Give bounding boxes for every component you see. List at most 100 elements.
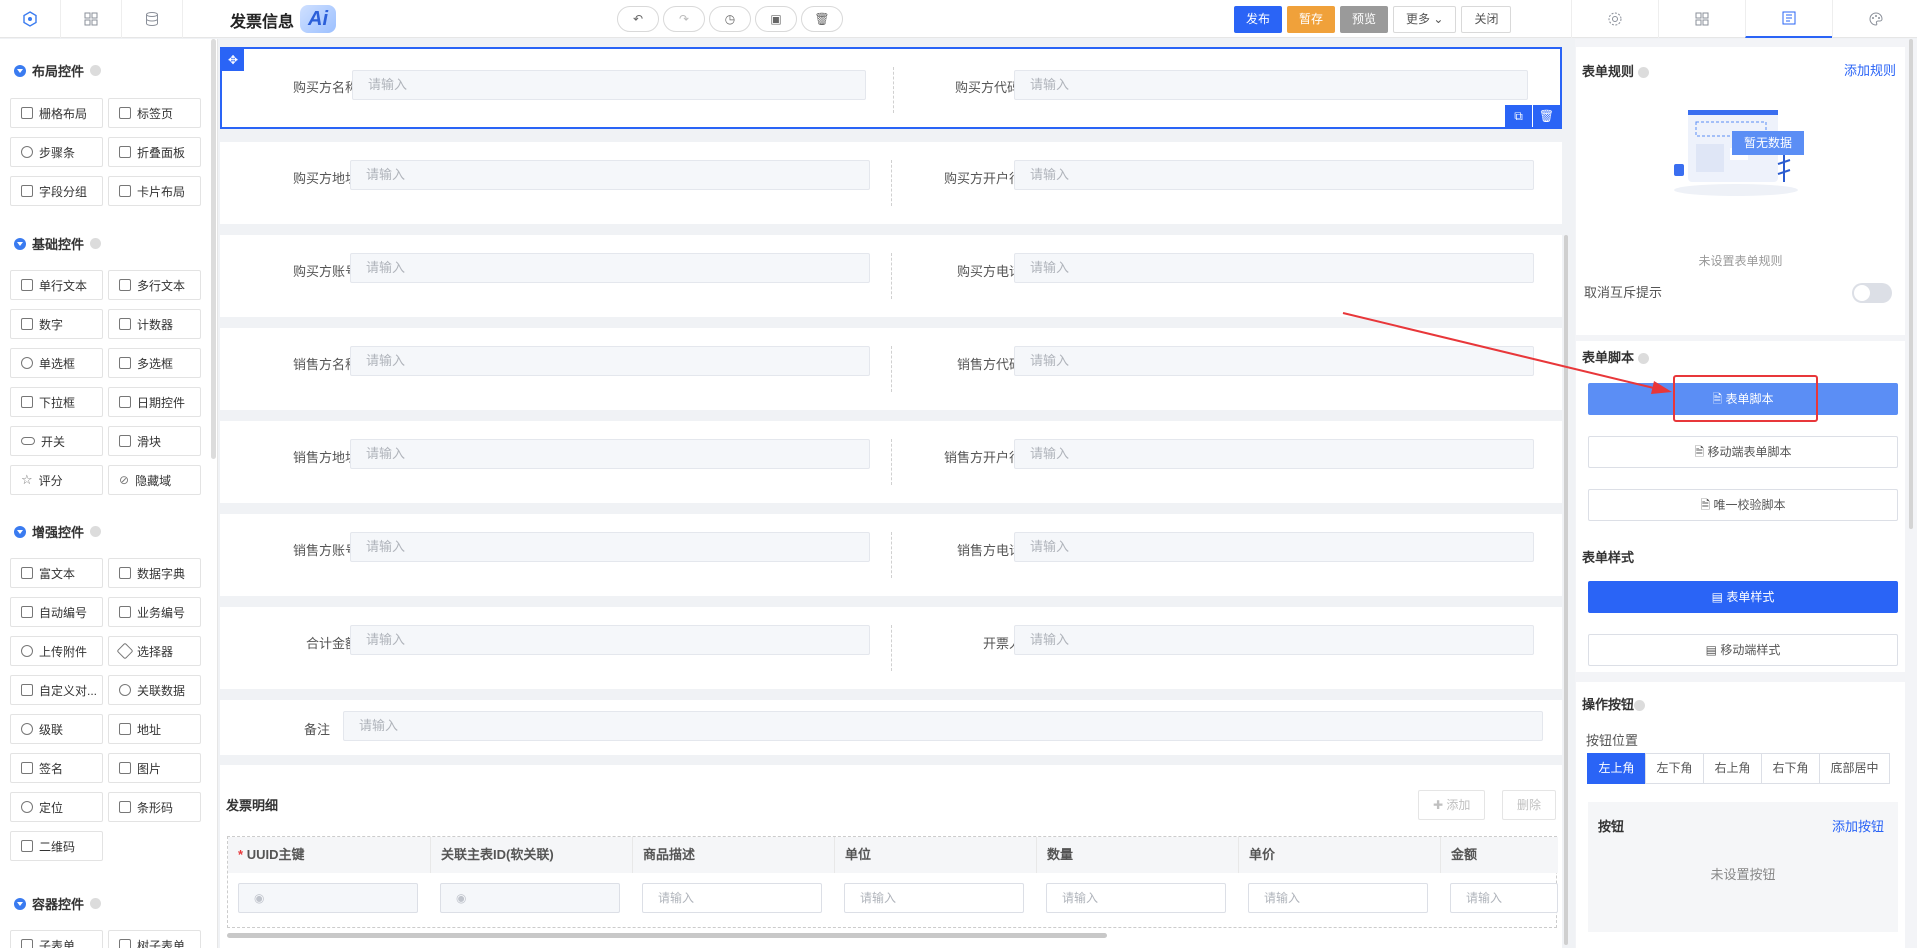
template-tab-icon[interactable] [61, 0, 122, 38]
group-enhanced[interactable]: 增强控件 [14, 522, 102, 541]
grid-row[interactable]: 合计金额 请输入 开票人 请输入 [220, 607, 1562, 689]
field-input[interactable]: 请输入 [350, 532, 870, 562]
group-container[interactable]: 容器控件 [14, 894, 102, 913]
comp-dictionary[interactable]: 数据字典 [108, 558, 201, 588]
trash-icon[interactable]: 🗑 [1532, 105, 1560, 127]
comp-tabs[interactable]: 标签页 [108, 98, 201, 128]
grid-row[interactable]: 销售方名称 请输入 销售方代码 请输入 [220, 328, 1562, 410]
comp-signature[interactable]: 签名 [10, 753, 103, 783]
field-input[interactable]: 请输入 [1014, 70, 1528, 100]
add-row-button[interactable]: ✚ 添加 [1418, 790, 1486, 820]
table-cell-input[interactable]: ◉ [238, 883, 418, 913]
comp-collapse[interactable]: 折叠面板 [108, 137, 201, 167]
comp-switch[interactable]: 开关 [10, 426, 103, 456]
table-cell-input[interactable]: 请输入 [1450, 883, 1558, 913]
history-button[interactable]: ◷ [709, 6, 751, 32]
field-input[interactable]: 请输入 [1014, 439, 1534, 469]
table-cell-input[interactable]: 请输入 [1046, 883, 1226, 913]
ai-assistant-button[interactable]: Ai [300, 5, 336, 33]
comp-checkbox[interactable]: 多选框 [108, 348, 201, 378]
position-top-left[interactable]: 左上角 [1587, 753, 1646, 784]
comp-custom-object[interactable]: 自定义对... [10, 675, 103, 705]
delete-row-button[interactable]: 删除 [1502, 790, 1557, 820]
field-input[interactable]: 请输入 [1014, 625, 1534, 655]
field-input[interactable]: 请输入 [1014, 532, 1534, 562]
comp-picker[interactable]: 选择器 [108, 636, 201, 666]
move-icon[interactable]: ✥ [222, 49, 244, 71]
comp-date[interactable]: 日期控件 [108, 387, 201, 417]
grid-row[interactable]: 购买方地址 请输入 购买方开户行 请输入 [220, 142, 1562, 224]
add-rule-link[interactable]: 添加规则 [1844, 60, 1896, 79]
add-button-link[interactable]: 添加按钮 [1832, 816, 1884, 835]
remark-input[interactable]: 请输入 [343, 711, 1543, 741]
mobile-script-button[interactable]: 🗎 移动端表单脚本 [1588, 436, 1898, 468]
grid-row[interactable]: 购买方账号 请输入 购买方电话 请输入 [220, 235, 1562, 317]
delete-all-button[interactable]: 🗑 [801, 6, 843, 32]
position-bottom-left[interactable]: 左下角 [1645, 753, 1704, 784]
theme-tab-icon[interactable] [1832, 0, 1917, 38]
form-style-button[interactable]: ▤ 表单样式 [1588, 581, 1898, 613]
comp-subform[interactable]: 子表单 [10, 930, 103, 948]
settings-tab-icon[interactable] [1571, 0, 1658, 38]
table-cell-input[interactable]: ◉ [440, 883, 620, 913]
grid-row[interactable]: 销售方账号 请输入 销售方电话 请输入 [220, 514, 1562, 596]
comp-single-text[interactable]: 单行文本 [10, 270, 103, 300]
comp-upload[interactable]: 上传附件 [10, 636, 103, 666]
position-bottom-right[interactable]: 右下角 [1761, 753, 1820, 784]
undo-button[interactable]: ↶ [617, 6, 659, 32]
field-input[interactable]: 请输入 [1014, 160, 1534, 190]
unique-check-script-button[interactable]: 🗎 唯一校验脚本 [1588, 489, 1898, 521]
comp-image[interactable]: 图片 [108, 753, 201, 783]
remark-row[interactable]: 备注 请输入 [220, 700, 1562, 755]
comp-barcode[interactable]: 条形码 [108, 792, 201, 822]
preview-button[interactable]: 预览 [1340, 6, 1389, 33]
layout-tab-icon[interactable] [1658, 0, 1745, 38]
grid-row-selected[interactable]: ✥ 购买方名称 请输入 购买方代码 请输入 ⧉ 🗑 [220, 47, 1562, 129]
field-input[interactable]: 请输入 [1014, 346, 1534, 376]
comp-business-number[interactable]: 业务编号 [108, 597, 201, 627]
comp-hidden[interactable]: ⊘ 隐藏域 [108, 465, 201, 495]
table-cell-input[interactable]: 请输入 [844, 883, 1024, 913]
comp-grid-layout[interactable]: 栅格布局 [10, 98, 103, 128]
comp-rate[interactable]: ☆ 评分 [10, 465, 103, 495]
canvas-scrollbar[interactable] [1564, 235, 1568, 945]
field-input[interactable]: 请输入 [350, 625, 870, 655]
comp-slider[interactable]: 滑块 [108, 426, 201, 456]
comp-tree-subform[interactable]: 树子表单 [108, 930, 201, 948]
table-cell-input[interactable]: 请输入 [1248, 883, 1428, 913]
comp-field-group[interactable]: 字段分组 [10, 176, 103, 206]
field-input[interactable]: 请输入 [1014, 253, 1534, 283]
field-input[interactable]: 请输入 [350, 160, 870, 190]
comp-rich-text[interactable]: 富文本 [10, 558, 103, 588]
group-layout[interactable]: 布局控件 [14, 61, 102, 80]
grid-row[interactable]: 销售方地址 请输入 销售方开户行 请输入 [220, 421, 1562, 503]
comp-address[interactable]: 地址 [108, 714, 201, 744]
save-draft-button[interactable]: 暂存 [1287, 6, 1336, 33]
field-input[interactable]: 请输入 [350, 346, 870, 376]
table-horizontal-scrollbar[interactable] [227, 933, 1107, 938]
form-properties-tab-icon[interactable] [1745, 0, 1832, 38]
field-input[interactable]: 请输入 [350, 439, 870, 469]
comp-qrcode[interactable]: 二维码 [10, 831, 103, 861]
comp-card-layout[interactable]: 卡片布局 [108, 176, 201, 206]
comp-steps[interactable]: 步骤条 [10, 137, 103, 167]
comp-radio[interactable]: 单选框 [10, 348, 103, 378]
components-tab-icon[interactable] [0, 0, 61, 38]
more-dropdown[interactable]: 更多 ⌄ [1393, 6, 1457, 33]
table-cell-input[interactable]: 请输入 [642, 883, 822, 913]
position-bottom-center[interactable]: 底部居中 [1819, 753, 1890, 784]
mutex-toggle[interactable] [1852, 283, 1892, 303]
comp-number[interactable]: 数字 [10, 309, 103, 339]
publish-button[interactable]: 发布 [1234, 6, 1283, 33]
panel-scrollbar[interactable] [1909, 39, 1913, 529]
clear-button[interactable]: ▣ [755, 6, 797, 32]
comp-select[interactable]: 下拉框 [10, 387, 103, 417]
field-input[interactable]: 请输入 [350, 253, 870, 283]
database-tab-icon[interactable] [122, 0, 183, 38]
comp-cascade[interactable]: 级联 [10, 714, 103, 744]
copy-icon[interactable]: ⧉ [1504, 105, 1532, 127]
close-button[interactable]: 关闭 [1461, 6, 1512, 33]
mobile-style-button[interactable]: ▤ 移动端样式 [1588, 634, 1898, 666]
comp-location[interactable]: 定位 [10, 792, 103, 822]
comp-related-data[interactable]: 关联数据 [108, 675, 201, 705]
